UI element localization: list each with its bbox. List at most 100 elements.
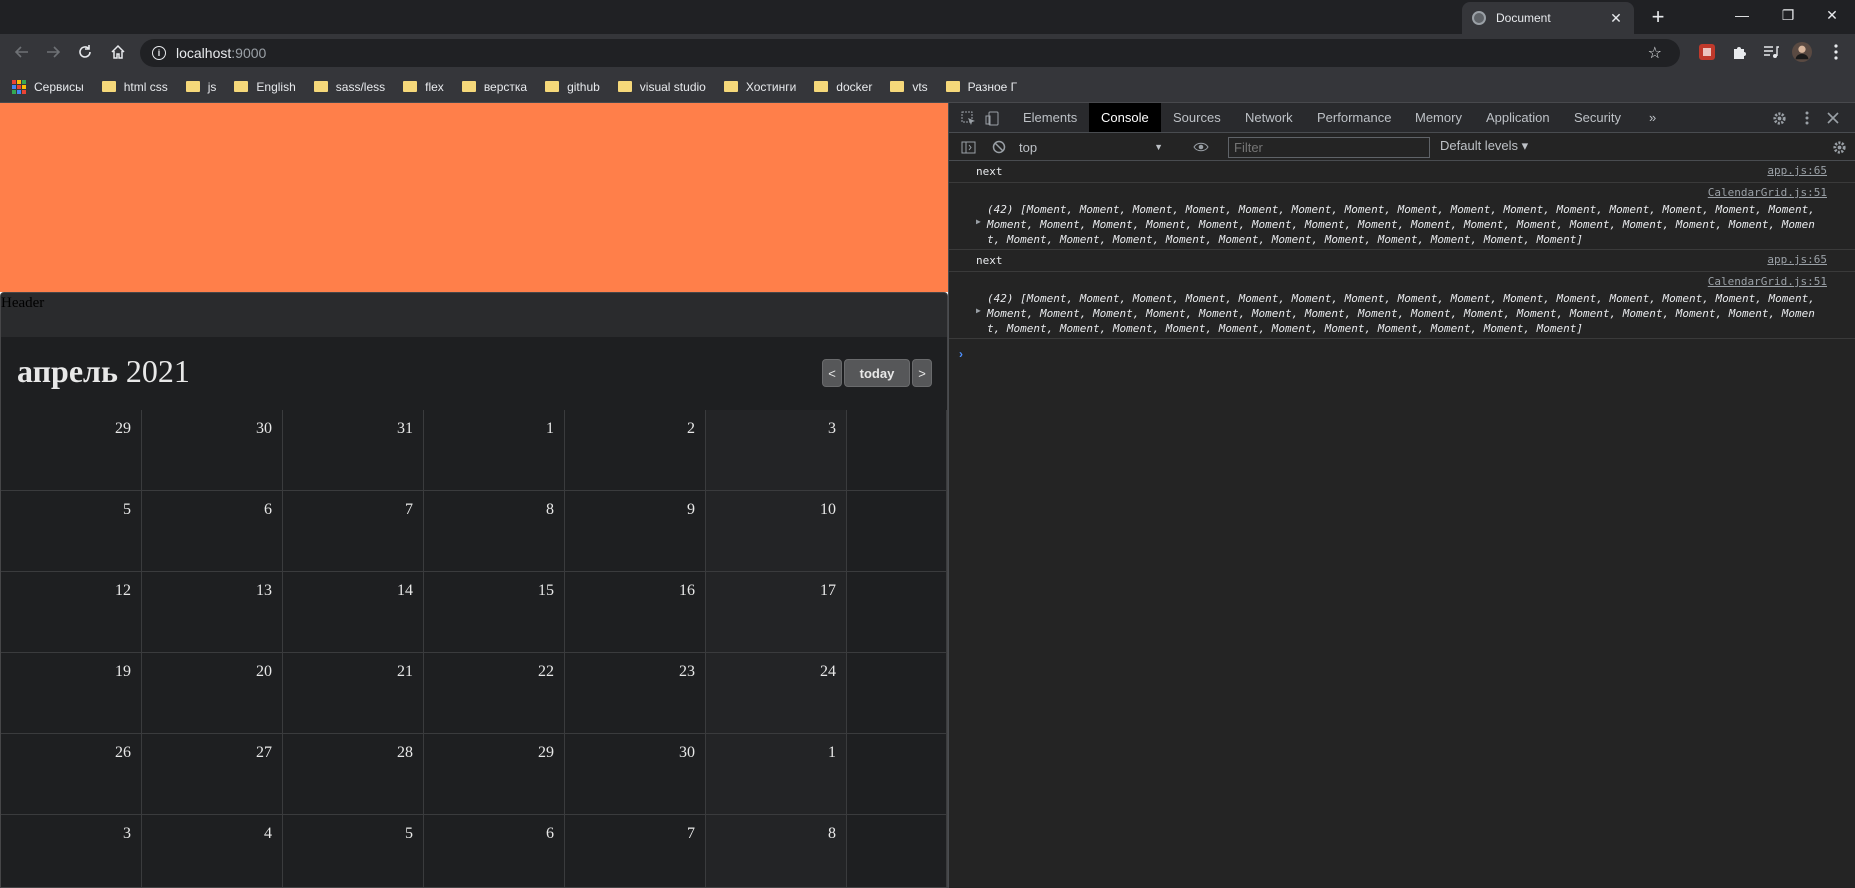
day-cell[interactable]: 5 — [283, 815, 424, 887]
bookmark-item[interactable]: Хостинги — [723, 80, 796, 94]
default-levels-dropdown[interactable]: Default levels ▾ — [1440, 138, 1528, 154]
day-cell[interactable]: 9 — [565, 491, 706, 572]
bookmark-item[interactable]: github — [545, 80, 600, 94]
expand-triangle-icon[interactable]: ▶ — [976, 217, 981, 226]
back-button[interactable] — [10, 40, 34, 64]
day-cell[interactable]: 7 — [283, 491, 424, 572]
bookmark-item[interactable]: visual studio — [617, 80, 706, 94]
console-settings-gear-icon[interactable] — [1829, 137, 1849, 157]
today-button[interactable]: today — [844, 359, 910, 387]
day-cell[interactable]: 21 — [283, 653, 424, 734]
tab-elements[interactable]: Elements — [1011, 103, 1089, 132]
day-cell[interactable]: 29 — [424, 734, 565, 815]
day-cell[interactable]: 30 — [142, 410, 283, 491]
day-cell[interactable]: 3 — [1, 815, 142, 887]
day-cell[interactable]: 31 — [283, 410, 424, 491]
tab-memory[interactable]: Memory — [1403, 103, 1474, 132]
day-cell[interactable]: 12 — [1, 572, 142, 653]
close-tab-icon[interactable]: ✕ — [1608, 10, 1624, 27]
day-cell[interactable]: 3 — [706, 410, 847, 491]
eye-icon[interactable] — [1191, 137, 1211, 157]
bookmark-item[interactable]: верстка — [461, 80, 527, 94]
info-icon[interactable]: i — [152, 46, 166, 60]
day-cell[interactable]: 1 — [706, 734, 847, 815]
tab-network[interactable]: Network — [1233, 103, 1305, 132]
settings-gear-icon[interactable] — [1769, 108, 1789, 128]
day-cell[interactable] — [847, 410, 947, 491]
tab-sources[interactable]: Sources — [1161, 103, 1233, 132]
console-filter-input[interactable] — [1228, 137, 1430, 158]
device-toolbar-icon[interactable] — [982, 108, 1002, 128]
source-link[interactable]: app.js:65 — [1767, 164, 1827, 177]
day-cell[interactable]: 13 — [142, 572, 283, 653]
day-cell[interactable]: 17 — [706, 572, 847, 653]
inspect-element-icon[interactable] — [958, 108, 978, 128]
bookmark-item[interactable]: sass/less — [313, 80, 385, 94]
media-control-icon[interactable] — [1761, 42, 1781, 62]
bookmark-item[interactable]: English — [234, 80, 296, 94]
day-cell[interactable]: 14 — [283, 572, 424, 653]
day-cell[interactable] — [847, 653, 947, 734]
address-bar[interactable]: i localhost :9000 ☆ — [140, 39, 1680, 67]
array-preview[interactable]: (42) [Moment, Moment, Moment, Moment, Mo… — [987, 202, 1827, 247]
day-cell[interactable]: 6 — [142, 491, 283, 572]
home-button[interactable] — [106, 40, 130, 64]
day-cell[interactable]: 8 — [706, 815, 847, 887]
day-cell[interactable]: 24 — [706, 653, 847, 734]
day-cell[interactable]: 15 — [424, 572, 565, 653]
clear-console-icon[interactable] — [989, 137, 1009, 157]
sidebar-toggle-icon[interactable] — [958, 137, 978, 157]
tab-console[interactable]: Console — [1089, 103, 1161, 132]
day-cell[interactable]: 5 — [1, 491, 142, 572]
day-cell[interactable]: 27 — [142, 734, 283, 815]
day-cell[interactable]: 29 — [1, 410, 142, 491]
devtools-menu-icon[interactable] — [1797, 108, 1817, 128]
bookmark-item[interactable]: docker — [814, 80, 872, 94]
day-cell[interactable]: 6 — [424, 815, 565, 887]
day-cell[interactable]: 22 — [424, 653, 565, 734]
bookmark-item[interactable]: Разное Г — [945, 80, 1017, 94]
extension-red-icon[interactable] — [1697, 42, 1717, 62]
day-cell[interactable]: 8 — [424, 491, 565, 572]
source-link[interactable]: CalendarGrid.js:51 — [1708, 186, 1827, 199]
day-cell[interactable] — [847, 815, 947, 887]
next-month-button[interactable]: > — [912, 359, 932, 387]
bookmark-item[interactable]: js — [185, 80, 216, 94]
day-cell[interactable]: 4 — [142, 815, 283, 887]
console-prompt[interactable]: › — [949, 339, 1855, 363]
day-cell[interactable]: 20 — [142, 653, 283, 734]
day-cell[interactable]: 26 — [1, 734, 142, 815]
day-cell[interactable]: 1 — [424, 410, 565, 491]
day-cell[interactable]: 28 — [283, 734, 424, 815]
context-selector[interactable]: top ▼ — [1019, 136, 1169, 158]
day-cell[interactable]: 16 — [565, 572, 706, 653]
bookmark-star-icon[interactable]: ☆ — [1648, 43, 1662, 63]
day-cell[interactable]: 10 — [706, 491, 847, 572]
menu-kebab-icon[interactable] — [1826, 42, 1846, 62]
forward-button[interactable] — [41, 40, 65, 64]
expand-triangle-icon[interactable]: ▶ — [976, 306, 981, 315]
extensions-puzzle-icon[interactable] — [1729, 42, 1749, 62]
bookmark-item[interactable]: Сервисы — [12, 79, 84, 94]
day-cell[interactable]: 2 — [565, 410, 706, 491]
day-cell[interactable]: 19 — [1, 653, 142, 734]
tab-application[interactable]: Application — [1474, 103, 1562, 132]
day-cell[interactable]: 30 — [565, 734, 706, 815]
reload-button[interactable] — [73, 40, 97, 64]
more-tabs-button[interactable]: » — [1637, 103, 1668, 132]
tab-security[interactable]: Security — [1562, 103, 1633, 132]
tab-performance[interactable]: Performance — [1305, 103, 1403, 132]
prev-month-button[interactable]: < — [822, 359, 842, 387]
day-cell[interactable] — [847, 491, 947, 572]
close-window-button[interactable]: ✕ — [1809, 0, 1855, 30]
array-preview[interactable]: (42) [Moment, Moment, Moment, Moment, Mo… — [987, 291, 1827, 336]
profile-avatar[interactable] — [1792, 42, 1812, 62]
minimize-button[interactable]: — — [1719, 0, 1765, 30]
restore-button[interactable]: ❐ — [1765, 0, 1811, 30]
close-devtools-icon[interactable] — [1823, 108, 1843, 128]
bookmark-item[interactable]: vts — [890, 80, 928, 94]
new-tab-button[interactable]: + — [1646, 4, 1670, 30]
source-link[interactable]: CalendarGrid.js:51 — [1708, 275, 1827, 288]
day-cell[interactable] — [847, 734, 947, 815]
bookmark-item[interactable]: html css — [101, 80, 168, 94]
